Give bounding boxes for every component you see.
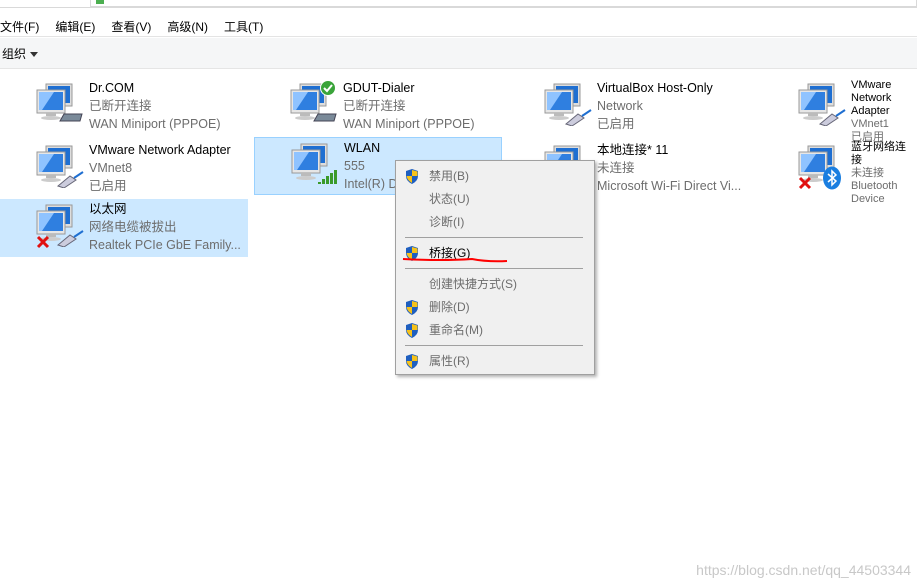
ethernet-cable-icon <box>564 109 592 126</box>
menu-item-label: 删除(D) <box>429 300 470 314</box>
ethernet-cable-icon <box>818 109 846 126</box>
connection-device: 已启用 <box>89 179 127 193</box>
disconnected-x-icon <box>36 235 50 249</box>
connection-name: 以太网 <box>89 202 127 216</box>
connection-status: 未连接 <box>851 167 884 179</box>
context-menu: 禁用(B) 状态(U) 诊断(I) 桥接(G) 创建快捷方式(S) 删除(D) 重命名(M)… <box>395 160 595 375</box>
chevron-down-icon <box>30 52 39 58</box>
connection-status: 未连接 <box>597 161 635 175</box>
organize-button[interactable]: 组织 <box>2 47 39 61</box>
menu-item-label: 创建快捷方式(S) <box>429 277 517 291</box>
disconnected-x-icon <box>798 176 812 190</box>
modem-icon <box>313 113 337 122</box>
menu-item-label: 属性(R) <box>429 354 470 368</box>
connection-status: VMnet8 <box>89 161 133 175</box>
connection-device: Microsoft Wi-Fi Direct Vi... <box>597 179 742 193</box>
connection-item[interactable]: VirtualBox Host-Only Network 已启用 <box>508 78 756 136</box>
address-bar[interactable] <box>0 0 917 8</box>
connection-device: 已启用 <box>597 117 635 131</box>
context-menu-item[interactable]: 重命名(M) <box>396 319 594 341</box>
connection-status: Network <box>597 99 643 113</box>
uac-shield-icon <box>406 300 418 315</box>
ethernet-cable-icon <box>56 171 84 188</box>
connection-item[interactable]: GDUT-Dialer 已断开连接 WAN Miniport (PPPOE) <box>254 78 502 136</box>
menu-bar: 文件(F) 编辑(E) 查看(V) 高级(N) 工具(T) <box>0 15 917 37</box>
ethernet-cable-icon <box>56 230 84 247</box>
menu-1[interactable]: 编辑(E) <box>55 15 103 36</box>
connection-name: 蓝牙网络连接 <box>851 141 906 166</box>
context-menu-item[interactable]: 删除(D) <box>396 296 594 318</box>
connection-device: Realtek PCIe GbE Family... <box>89 238 241 252</box>
uac-shield-icon <box>406 169 418 184</box>
menu-item-label: 禁用(B) <box>429 169 469 183</box>
context-menu-item[interactable]: 禁用(B) <box>396 165 594 187</box>
connection-name: VMware Network Adapter <box>851 79 892 117</box>
bluetooth-icon <box>823 166 841 190</box>
modem-icon <box>59 113 83 122</box>
connection-device: Bluetooth Device <box>851 180 898 205</box>
connection-status: 已断开连接 <box>343 99 406 113</box>
menu-separator <box>405 237 583 238</box>
connection-name: 本地连接* 11 <box>597 143 669 157</box>
menu-separator <box>405 345 583 346</box>
connection-status: VMnet1 <box>851 118 889 130</box>
connection-name: Dr.COM <box>89 81 135 95</box>
menu-4[interactable]: 工具(T) <box>224 15 271 36</box>
context-menu-item[interactable]: 创建快捷方式(S) <box>396 273 594 295</box>
connection-item[interactable]: 以太网网络电缆被拔出 Realtek PCIe GbE Family... <box>0 199 248 257</box>
menu-3[interactable]: 高级(N) <box>167 15 216 36</box>
watermark: https://blog.csdn.net/qq_44503344 <box>696 562 911 578</box>
connection-device: WAN Miniport (PPPOE) <box>89 117 221 131</box>
connection-name: WLAN <box>344 141 381 155</box>
menu-2[interactable]: 查看(V) <box>111 15 159 36</box>
uac-shield-icon <box>406 323 418 338</box>
context-menu-item[interactable]: 诊断(I) <box>396 211 594 233</box>
location-icon <box>96 0 104 4</box>
context-menu-item[interactable]: 状态(U) <box>396 188 594 210</box>
connection-item[interactable]: VMware Network Adapter VMnet8 已启用 <box>0 140 248 198</box>
toolbar: 组织 <box>0 38 917 69</box>
connection-status: 已断开连接 <box>89 99 152 113</box>
connection-name: GDUT-Dialer <box>343 81 415 95</box>
uac-shield-icon <box>406 354 418 369</box>
menu-item-label: 重命名(M) <box>429 323 483 337</box>
menu-0[interactable]: 文件(F) <box>0 15 47 36</box>
connection-item[interactable]: 蓝牙网络连接 未连接 Bluetooth Device <box>762 140 917 205</box>
context-menu-item[interactable]: 属性(R) <box>396 350 594 372</box>
wifi-signal-icon <box>318 170 337 184</box>
connected-check-icon <box>320 80 336 96</box>
connection-device: WAN Miniport (PPPOE) <box>343 117 475 131</box>
menu-item-label: 诊断(I) <box>429 215 465 229</box>
connection-item[interactable]: VMware Network Adapter VMnet1 已启用 <box>762 78 917 143</box>
red-underline-annotation <box>402 257 508 263</box>
connection-status: 网络电缆被拔出 <box>89 220 177 234</box>
menu-item-label: 状态(U) <box>429 192 470 206</box>
menu-separator <box>405 268 583 269</box>
connection-name: VMware Network Adapter <box>89 143 231 157</box>
connection-item[interactable]: Dr.COM 已断开连接 WAN Miniport (PPPOE) <box>0 78 248 136</box>
connection-name: VirtualBox Host-Only <box>597 81 713 95</box>
